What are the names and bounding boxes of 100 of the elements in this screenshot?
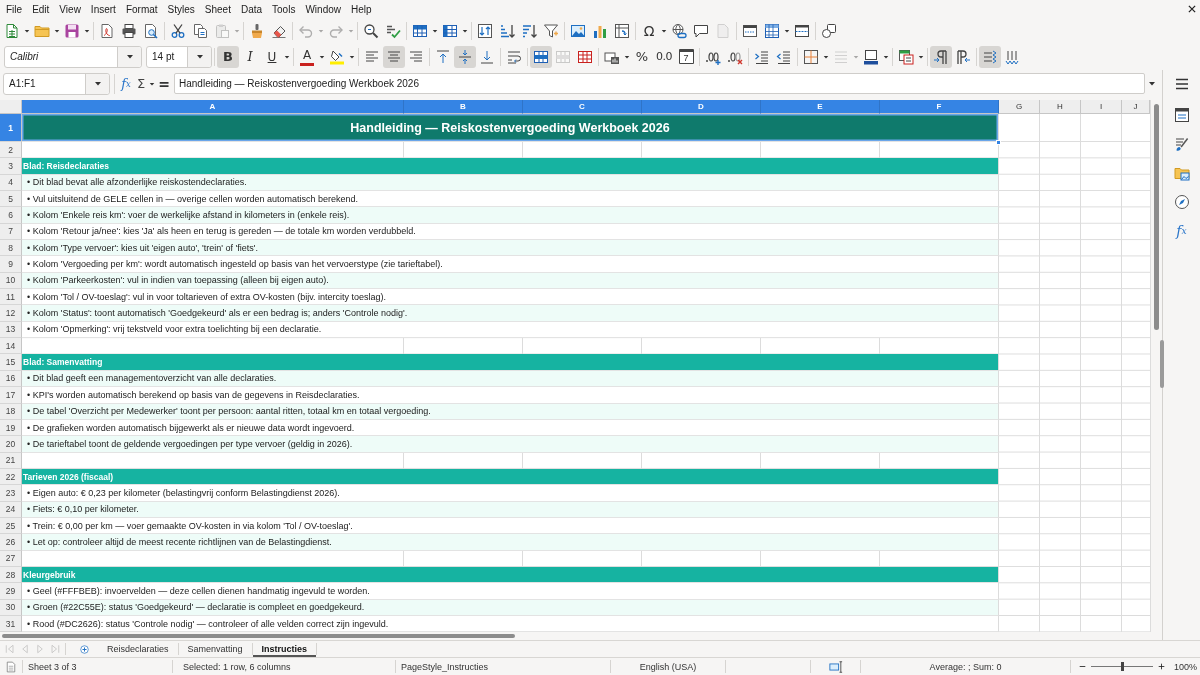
dropdown-button[interactable] [187, 46, 211, 67]
menu-item[interactable]: Insert [85, 0, 121, 18]
formula-input-field[interactable]: Handleiding — Reiskostenvergoeding Werkboek 2026 [174, 73, 1145, 94]
row-header[interactable]: 20 [0, 436, 22, 453]
row-header[interactable]: 17 [0, 387, 22, 404]
zoom-slider-thumb[interactable] [1120, 662, 1124, 671]
date-format-button[interactable]: 7 [678, 49, 694, 64]
column-header[interactable]: D [642, 100, 761, 114]
selection-mode-icon[interactable] [828, 659, 843, 674]
row-header[interactable]: 14 [0, 338, 22, 355]
caret-icon[interactable] [624, 54, 630, 59]
scrollbar-thumb[interactable] [1154, 104, 1159, 330]
column-header[interactable]: J [1122, 100, 1150, 114]
row-header[interactable]: 5 [0, 191, 22, 208]
menu-item[interactable]: Edit [27, 0, 55, 18]
left-to-right-button[interactable] [930, 45, 952, 68]
special-character-button[interactable]: Ω [638, 19, 660, 42]
standard-format-button[interactable]: 0.0 [653, 45, 675, 68]
sort-icon [477, 22, 493, 39]
formula-button[interactable]: = [156, 72, 172, 95]
wrap-text-icon [506, 48, 522, 65]
menu-item[interactable]: Window [300, 0, 346, 18]
underline-button[interactable]: U [261, 45, 283, 68]
name-box[interactable]: A1:F1 [3, 72, 110, 95]
row-header[interactable]: 15 [0, 354, 22, 371]
menu-item[interactable]: Styles [162, 0, 200, 18]
caret-icon[interactable] [462, 28, 468, 33]
row-header[interactable]: 2 [0, 142, 22, 159]
row-header[interactable]: 3 [0, 158, 22, 175]
menu-icon[interactable] [1173, 76, 1190, 92]
table-cell: • Kolom 'Type vervoer': kies uit 'eigen auto', 'trein' of 'fiets'. [22, 240, 999, 257]
menu-item[interactable]: Format [120, 0, 163, 18]
line-style-icon [833, 48, 849, 65]
font-name-combobox[interactable]: Calibri [4, 45, 142, 68]
row-header[interactable]: 6 [0, 207, 22, 224]
font-size-combobox[interactable]: 14 pt [146, 45, 212, 68]
caret-icon[interactable] [784, 28, 790, 33]
column-header[interactable]: B [404, 100, 523, 114]
sheet-tab[interactable]: Instructies [252, 641, 317, 657]
menu-item[interactable]: Help [346, 0, 377, 18]
row-header[interactable]: 11 [0, 289, 22, 306]
caret-icon[interactable] [883, 54, 889, 59]
caret-icon[interactable] [918, 54, 924, 59]
right-to-left-icon [955, 48, 971, 65]
sheet-tab[interactable]: Reisdeclaraties [98, 641, 178, 657]
row-header[interactable]: 1 [0, 114, 22, 142]
merge-and-center-button[interactable] [530, 45, 552, 68]
close-icon[interactable] [1187, 4, 1197, 14]
row-header[interactable]: 9 [0, 256, 22, 273]
dropdown-button[interactable] [85, 73, 109, 94]
row-header[interactable]: 8 [0, 240, 22, 257]
caret-icon[interactable] [349, 54, 355, 59]
column-header[interactable]: E [761, 100, 880, 114]
italic-button[interactable]: I [239, 45, 261, 68]
bold-button[interactable]: B [217, 45, 239, 68]
caret-icon[interactable] [1148, 81, 1156, 86]
row-header[interactable]: 12 [0, 305, 22, 322]
unmerge-cells-icon [577, 48, 593, 65]
caret-icon[interactable] [432, 28, 438, 33]
column-header[interactable]: F [880, 100, 999, 114]
align-middle-icon [457, 48, 473, 65]
folder-image-icon [1173, 165, 1190, 181]
sidebar-collapse-handle[interactable] [1160, 340, 1164, 388]
row-header[interactable]: 26 [0, 534, 22, 551]
row-header[interactable]: 29 [0, 583, 22, 600]
text-direction-button[interactable] [979, 45, 1001, 68]
caret-icon[interactable] [54, 28, 60, 33]
menu-item[interactable]: Tools [267, 0, 301, 18]
caret-icon[interactable] [149, 81, 155, 86]
paintbrush-icon [1173, 136, 1190, 152]
menu-item[interactable]: View [54, 0, 86, 18]
add-sheet-icon[interactable] [79, 643, 90, 655]
table-row-icon [412, 22, 428, 39]
scrollbar-thumb[interactable] [2, 634, 515, 638]
caret-icon[interactable] [319, 54, 325, 59]
caret-icon [93, 81, 102, 86]
menu-item[interactable]: Data [235, 0, 268, 18]
scrollbar-track[interactable] [1150, 100, 1162, 632]
column-header[interactable]: G [999, 100, 1040, 114]
caret-icon[interactable] [84, 28, 90, 33]
menu-item[interactable]: File [1, 0, 28, 18]
column-header[interactable]: H [1040, 100, 1081, 114]
column-header[interactable]: C [523, 100, 642, 114]
row-header[interactable]: 23 [0, 485, 22, 502]
column-header[interactable]: A [22, 100, 404, 114]
sheet-tab[interactable]: Samenvatting [178, 641, 252, 657]
caret-icon[interactable] [24, 28, 30, 33]
menu-item[interactable]: Sheet [199, 0, 236, 18]
table-cell: • Kolom 'Enkele reis km': voer de werkelijke afstand in kilometers in (enkele reis). [22, 207, 999, 224]
sum-button[interactable]: Σ [134, 72, 148, 95]
caret-icon[interactable] [823, 54, 829, 59]
column-header[interactable]: I [1081, 100, 1122, 114]
spreadsheet-grid[interactable] [0, 100, 1150, 632]
table-column-icon [442, 22, 458, 39]
fill-handle-icon[interactable] [996, 140, 1001, 145]
percent-button[interactable]: % [631, 45, 653, 68]
zoom-in-icon[interactable] [1157, 662, 1166, 671]
caret-icon[interactable] [661, 28, 667, 33]
properties-icon [1173, 107, 1190, 123]
caret-icon[interactable] [284, 54, 290, 59]
